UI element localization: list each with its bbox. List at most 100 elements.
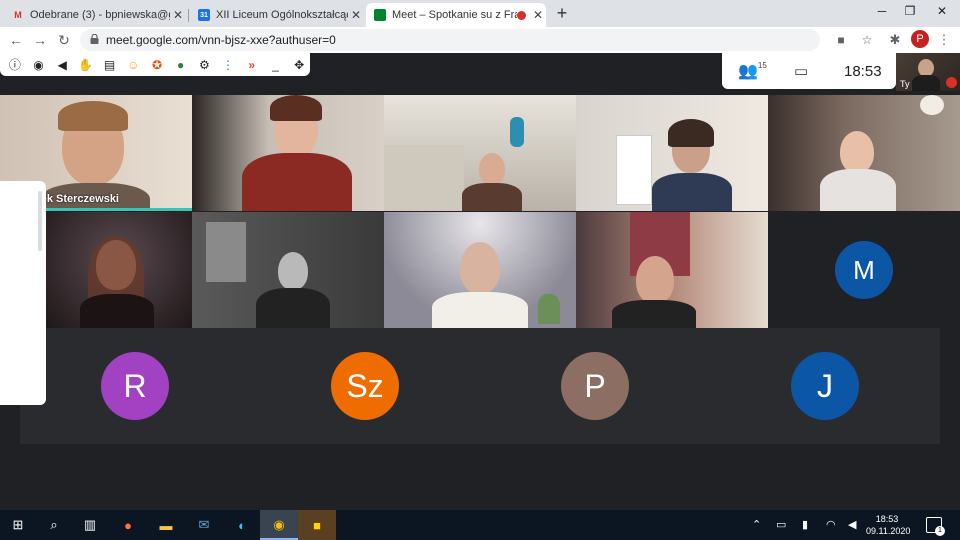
avatar[interactable]: Sz [331, 352, 399, 420]
scrollbar[interactable] [38, 191, 42, 251]
menu-kebab-icon[interactable]: ⋮ [934, 30, 954, 50]
minimize-icon[interactable]: _ [265, 56, 287, 74]
room-plant [538, 294, 560, 324]
participant-body [242, 153, 352, 211]
calendar-icon: 31 [198, 9, 210, 21]
clock-text: 18:53 [844, 62, 882, 80]
avatar[interactable]: R [101, 352, 169, 420]
sticky-notes-icon: ■ [313, 517, 321, 533]
video-tile[interactable] [384, 212, 576, 328]
room-lamp [920, 95, 944, 115]
info-icon[interactable]: ⓘ [4, 56, 26, 74]
participants-count: 15 [757, 60, 767, 70]
tab-calendar[interactable]: 31 XII Liceum Ogólnokształcące – K ✕ [190, 3, 364, 27]
video-tile[interactable] [192, 212, 384, 328]
firefox-icon[interactable]: ● [118, 515, 138, 535]
tab-gmail[interactable]: M Odebrane (3) - bpniewska@gs.l ✕ [4, 3, 186, 27]
badge-icon[interactable]: ✪ [146, 56, 168, 74]
participant-hair [668, 119, 714, 147]
more-icon[interactable]: ⋮ [217, 56, 239, 74]
task-view-icon[interactable]: ▥ [80, 515, 100, 535]
wifi-icon[interactable]: ◠ [826, 518, 836, 531]
avatar[interactable]: J [791, 352, 859, 420]
participant-body [432, 292, 528, 328]
volume-icon[interactable]: ◀ [848, 518, 856, 531]
side-panel[interactable] [0, 181, 46, 405]
tab-title: Meet – Spotkanie su z Frank [392, 9, 517, 21]
extensions-icon[interactable]: ✱ [885, 30, 905, 50]
self-label: Ty [900, 79, 910, 89]
room-shelf [616, 135, 652, 205]
hand-icon[interactable]: ✋ [75, 56, 97, 74]
clipboard-icon[interactable]: ▤ [99, 56, 121, 74]
video-tile[interactable] [576, 95, 768, 211]
eye-icon[interactable]: ◉ [28, 56, 50, 74]
close-icon[interactable]: ✕ [530, 8, 546, 22]
search-icon[interactable]: ⌕ [44, 515, 64, 535]
participant-body [612, 300, 696, 328]
tray-up-icon[interactable]: ⌃ [752, 518, 761, 531]
participant-face [479, 153, 505, 185]
back-icon[interactable]: ← [6, 30, 26, 50]
avatar[interactable]: P [561, 352, 629, 420]
forward-icon[interactable]: → [30, 30, 50, 50]
recording-icon [517, 10, 526, 20]
self-preview[interactable]: Ty [896, 53, 960, 91]
participants-button[interactable]: 👥 15 [738, 61, 767, 81]
extension-toolbar: ⓘ ◉ ◀ ✋ ▤ ☺ ✪ ● ⚙ ⋮ » _ ✥ [0, 53, 310, 76]
participant-hair [58, 101, 128, 131]
video-tile[interactable] [192, 95, 384, 211]
tray-clock[interactable]: 18:53 09.11.2020 [866, 513, 911, 537]
mail-icon[interactable]: ✉ [194, 515, 214, 535]
forward-arrows-icon[interactable]: » [241, 56, 263, 74]
chrome-icon: ◉ [273, 517, 285, 532]
tab-divider [188, 9, 189, 22]
video-tile[interactable] [46, 212, 192, 328]
browser-tab-strip: M Odebrane (3) - bpniewska@gs.l ✕ 31 XII… [0, 0, 960, 27]
participant-face [840, 131, 874, 173]
video-tile[interactable] [576, 212, 768, 328]
participant-body [820, 169, 896, 211]
gmail-icon: M [14, 10, 22, 20]
settings-icon[interactable]: ⚙ [194, 56, 216, 74]
notification-count: 1 [935, 526, 945, 536]
bookmark-star-icon[interactable]: ☆ [858, 31, 876, 49]
chat-bubble-icon[interactable]: ● [170, 56, 192, 74]
avatar-tile-m[interactable]: M [768, 212, 960, 328]
battery-icon[interactable]: ▭ [776, 518, 786, 531]
self-body [912, 75, 940, 91]
close-icon[interactable]: ✕ [170, 8, 186, 22]
tray-date: 09.11.2020 [866, 526, 911, 536]
mic-off-icon [946, 77, 957, 88]
file-explorer-icon[interactable]: ▬ [156, 515, 176, 535]
video-tile[interactable] [768, 95, 960, 211]
url-text: meet.google.com/vnn-bjsz-xxe?authuser=0 [106, 33, 336, 47]
chat-icon[interactable]: ▭ [794, 61, 808, 81]
room-door [384, 145, 464, 211]
edge-icon[interactable]: ◐ [232, 515, 252, 535]
video-tile[interactable] [384, 95, 576, 211]
close-icon[interactable]: ✕ [348, 8, 364, 22]
minimize-icon[interactable]: ─ [867, 0, 897, 24]
speaker-icon[interactable]: ◀ [51, 56, 73, 74]
profile-avatar[interactable]: P [911, 30, 929, 48]
speaker-name: nek Sterczewski [34, 193, 119, 205]
tray-time: 18:53 [875, 514, 899, 524]
windows-taskbar: ⊞ ⌕ ▥ ● ▬ ✉ ◐ ◉ ■ ⌃ ▭ ▮ ◠ ◀ 18:53 09.11.… [0, 510, 960, 540]
usb-icon[interactable]: ▮ [802, 518, 808, 531]
tab-title: XII Liceum Ogólnokształcące – K [216, 9, 348, 21]
restore-icon[interactable]: ❐ [895, 0, 925, 24]
windows-start-icon[interactable]: ⊞ [8, 515, 28, 535]
close-window-icon[interactable]: ✕ [927, 0, 957, 24]
reload-icon[interactable]: ↻ [54, 30, 74, 50]
meet-top-bar: 👥 15 ▭ 18:53 [722, 53, 896, 89]
meet-icon [374, 9, 386, 21]
tab-meet[interactable]: Meet – Spotkanie su z Frank ✕ [366, 3, 546, 27]
address-bar[interactable]: meet.google.com/vnn-bjsz-xxe?authuser=0 … [80, 29, 872, 51]
move-icon[interactable]: ✥ [288, 56, 310, 74]
camera-icon[interactable]: ■ [832, 31, 850, 49]
room-cabinet [206, 222, 246, 282]
new-tab-button[interactable]: + [553, 3, 571, 23]
emoji-icon[interactable]: ☺ [122, 56, 144, 74]
avatar: M [835, 241, 893, 299]
